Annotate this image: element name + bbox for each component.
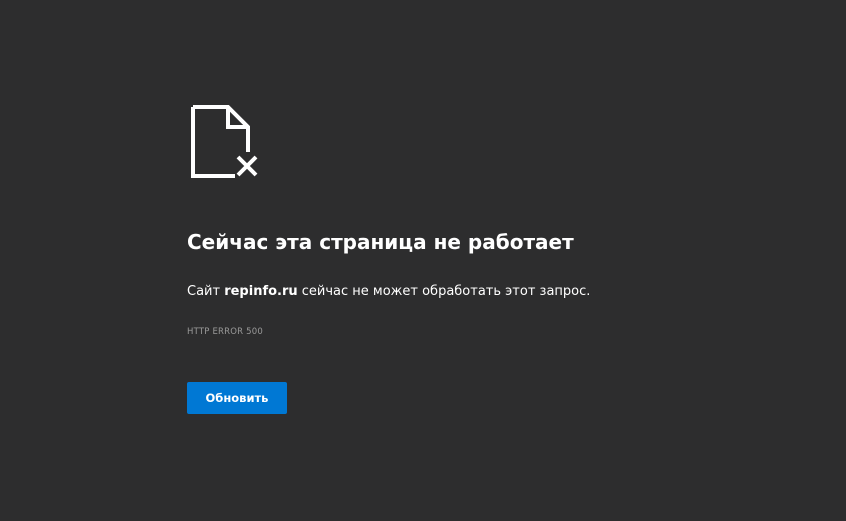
error-message: Сайт repinfo.ru сейчас не может обработа… bbox=[187, 282, 590, 302]
reload-button[interactable]: Обновить bbox=[187, 382, 287, 414]
message-suffix: сейчас не может обработать этот запрос. bbox=[297, 284, 591, 299]
broken-file-icon bbox=[190, 104, 262, 182]
error-code: HTTP ERROR 500 bbox=[187, 327, 263, 337]
site-name: repinfo.ru bbox=[224, 284, 298, 299]
message-prefix: Сайт bbox=[187, 284, 225, 299]
error-title: Сейчас эта страница не работает bbox=[187, 230, 574, 254]
